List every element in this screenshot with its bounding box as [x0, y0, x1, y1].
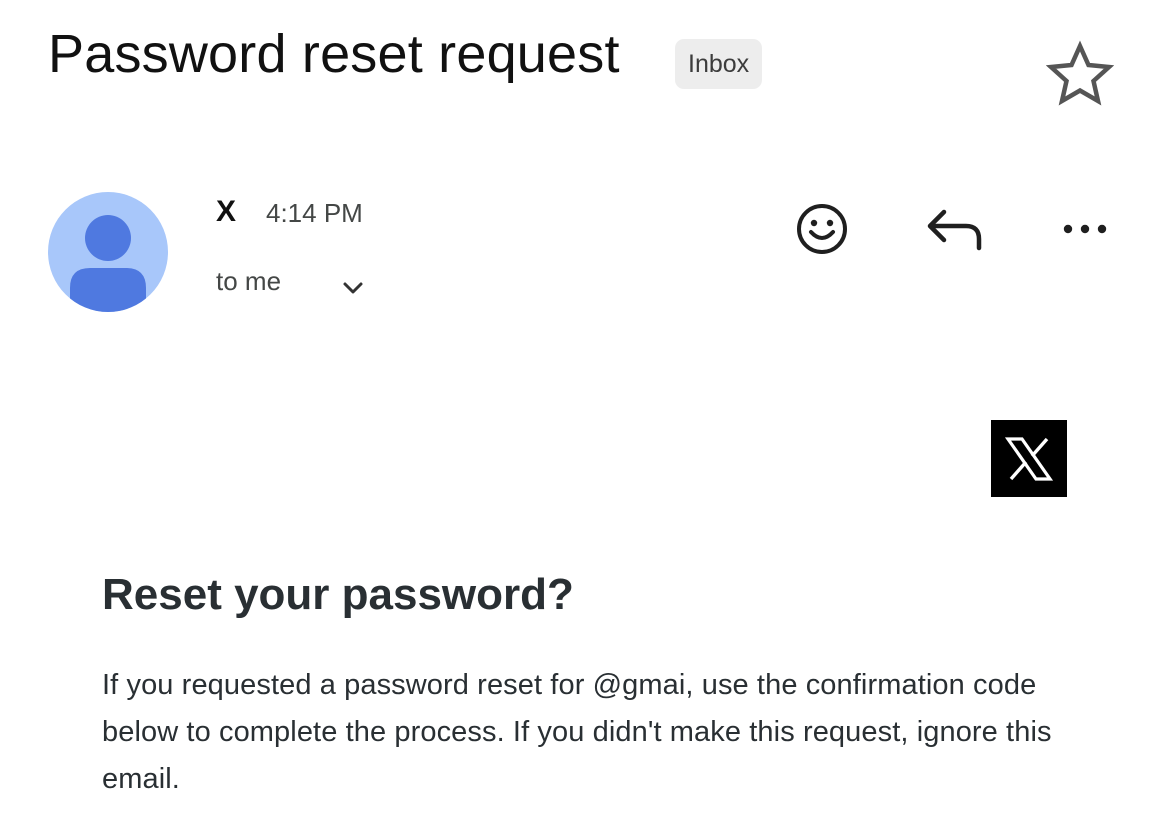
- star-icon[interactable]: [1045, 40, 1115, 106]
- email-view: Password reset request Inbox X 4:14 PM t…: [0, 0, 1170, 837]
- person-avatar-icon: [70, 215, 146, 312]
- email-heading: Reset your password?: [102, 570, 574, 619]
- chevron-down-icon[interactable]: [338, 275, 368, 301]
- smiley-icon[interactable]: [793, 200, 851, 258]
- sender-avatar[interactable]: [48, 192, 168, 312]
- reply-icon[interactable]: [924, 204, 986, 254]
- recipient-label[interactable]: to me: [216, 265, 281, 297]
- x-logo: [991, 420, 1067, 497]
- email-subject: Password reset request: [48, 24, 620, 84]
- email-body-paragraph: If you requested a password reset for @g…: [102, 669, 1052, 795]
- more-horizontal-icon[interactable]: [1058, 212, 1114, 246]
- sender-name[interactable]: X: [216, 193, 236, 231]
- inbox-label-badge[interactable]: Inbox: [675, 39, 763, 89]
- message-time: 4:14 PM: [266, 198, 363, 228]
